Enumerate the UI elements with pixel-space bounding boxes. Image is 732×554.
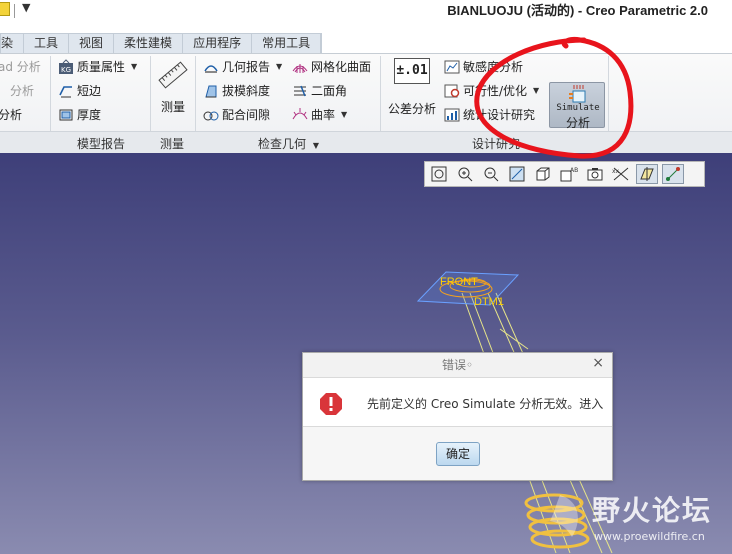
group-label-measure: 测量 <box>160 137 185 151</box>
title-bar: ▼ BIANLUOJU (活动的) - Creo Parametric 2.0 <box>0 0 732 31</box>
mesh-surface-label: 网格化曲面 <box>311 60 372 74</box>
error-message: 先前定义的 Creo Simulate 分析无效。进入 <box>367 397 604 411</box>
error-dialog: 错误◦ × 先前定义的 Creo Simulate 分析无效。进入 确定 <box>302 352 613 481</box>
dihedral-angle-button[interactable]: 二面角 <box>292 80 347 102</box>
simulate-analysis-button[interactable]: Simulate 分析 <box>549 82 605 130</box>
tolerance-analysis-button[interactable]: ±.01 公差分析 <box>384 58 440 128</box>
chevron-down-icon[interactable]: ▼ <box>276 56 282 78</box>
geometry-report-label: 几何报告 <box>222 60 271 74</box>
clearance-label: 配合间隙 <box>222 108 271 122</box>
tab-tools[interactable]: 工具 <box>24 34 70 53</box>
geometry-report-button[interactable]: 几何报告 ▼ <box>203 56 282 78</box>
ribbon-panel: ad 分析 分析 分析 KG 质量属性 ▼ 短边 厚度 测量 几何报告 ▼ 拔模… <box>0 53 732 153</box>
inspect-geometry-label: 检查几何 <box>258 137 307 151</box>
partial-analysis-label-1: ad 分析 <box>0 60 41 74</box>
group-label-inspect-geometry[interactable]: 检查几何 ▼ <box>258 135 319 152</box>
short-edge-button[interactable]: 短边 <box>58 80 101 102</box>
sensitivity-analysis-label: 敏感度分析 <box>463 60 524 74</box>
dialog-title: 错误◦ <box>303 353 612 377</box>
simulate-icon <box>569 85 586 103</box>
partial-analysis-item-1[interactable]: ad 分析 <box>0 56 41 78</box>
partial-analysis-item-2[interactable]: 分析 <box>0 80 34 102</box>
tab-applications[interactable]: 应用程序 <box>183 34 253 53</box>
dtm1-datum-label: DTM1 <box>474 296 504 308</box>
chevron-down-icon[interactable]: ▼ <box>341 104 347 126</box>
sensitivity-analysis-button[interactable]: 敏感度分析 <box>444 56 523 78</box>
simulate-analysis-label: 分析 <box>565 116 590 130</box>
watermark-url: www.proewildfire.cn <box>594 530 705 543</box>
close-icon[interactable]: × <box>592 355 604 371</box>
watermark-logo-icon <box>550 495 578 537</box>
curvature-icon <box>292 108 308 120</box>
statistical-design-study-button[interactable]: 统计设计研究 <box>444 104 535 126</box>
feasibility-optimization-label: 可行性/优化 <box>463 84 528 98</box>
short-edge-label: 短边 <box>77 84 102 98</box>
watermark: 野火论坛 www.proewildfire.cn <box>520 487 728 553</box>
clearance-button[interactable]: 配合间隙 <box>203 104 270 126</box>
mass-properties-icon: KG <box>59 59 73 74</box>
mesh-surface-icon <box>292 64 308 73</box>
partial-analysis-label-2: 分析 <box>10 84 35 98</box>
sensitivity-analysis-icon <box>444 60 460 74</box>
chevron-down-icon: ▼ <box>312 141 319 150</box>
group-labels-row: 模型报告 测量 检查几何 ▼ 设计研究 <box>0 131 732 153</box>
statistical-design-study-label: 统计设计研究 <box>463 108 536 122</box>
partial-analysis-label-3: 分析 <box>0 108 23 122</box>
error-icon <box>320 393 342 415</box>
feasibility-optimization-icon <box>444 84 460 98</box>
draft-icon <box>205 85 217 98</box>
short-edge-icon <box>59 86 72 98</box>
quick-access-dropdown[interactable]: ▼ <box>22 1 30 14</box>
thickness-label: 厚度 <box>77 108 102 122</box>
chevron-down-icon[interactable]: ▼ <box>533 80 539 102</box>
thickness-button[interactable]: 厚度 <box>58 104 101 126</box>
draft-label: 拔模斜度 <box>222 84 271 98</box>
mesh-surface-button[interactable]: 网格化曲面 <box>292 56 371 78</box>
dialog-body: 先前定义的 Creo Simulate 分析无效。进入 <box>303 377 612 427</box>
chevron-down-icon[interactable]: ▼ <box>131 56 137 78</box>
dihedral-angle-label: 二面角 <box>311 84 348 98</box>
feasibility-optimization-button[interactable]: 可行性/优化 ▼ <box>444 80 539 102</box>
watermark-title: 野火论坛 <box>592 494 713 527</box>
dihedral-angle-icon <box>294 85 306 97</box>
measure-label: 测量 <box>160 100 185 114</box>
curvature-label: 曲率 <box>311 108 336 122</box>
group-label-model-report: 模型报告 <box>77 137 126 151</box>
tolerance-icon: ±.01 <box>394 58 430 84</box>
svg-text:KG: KG <box>61 66 71 74</box>
geometry-report-icon <box>204 65 218 73</box>
front-datum-label: FRONT <box>440 276 478 288</box>
ribbon-tab-strip: 染 工具 视图 柔性建模 应用程序 常用工具 <box>0 31 732 53</box>
new-file-icon[interactable] <box>0 2 10 16</box>
clearance-icon <box>203 111 219 121</box>
draft-button[interactable]: 拔模斜度 <box>203 80 270 102</box>
simulate-label: Simulate <box>556 103 600 113</box>
statistical-study-icon <box>444 108 460 122</box>
tab-view[interactable]: 视图 <box>69 34 115 53</box>
quick-access-separator <box>14 4 15 18</box>
thickness-icon <box>59 109 73 121</box>
tolerance-analysis-label: 公差分析 <box>387 102 436 116</box>
group-label-design-study: 设计研究 <box>472 137 521 151</box>
mass-properties-label: 质量属性 <box>77 60 126 74</box>
ruler-icon <box>158 61 188 89</box>
measure-button[interactable]: 测量 <box>152 58 194 128</box>
partial-analysis-item-3[interactable]: 分析 <box>0 104 22 126</box>
tab-render[interactable]: 染 <box>1 34 25 53</box>
window-title: BIANLUOJU (活动的) - Creo Parametric 2.0 <box>447 3 708 18</box>
mass-properties-button[interactable]: KG 质量属性 ▼ <box>58 56 137 78</box>
curvature-button[interactable]: 曲率 ▼ <box>292 104 347 126</box>
tab-common-tools[interactable]: 常用工具 <box>252 34 322 53</box>
tab-flexible-modeling[interactable]: 柔性建模 <box>114 34 184 53</box>
ok-button[interactable]: 确定 <box>436 442 480 466</box>
